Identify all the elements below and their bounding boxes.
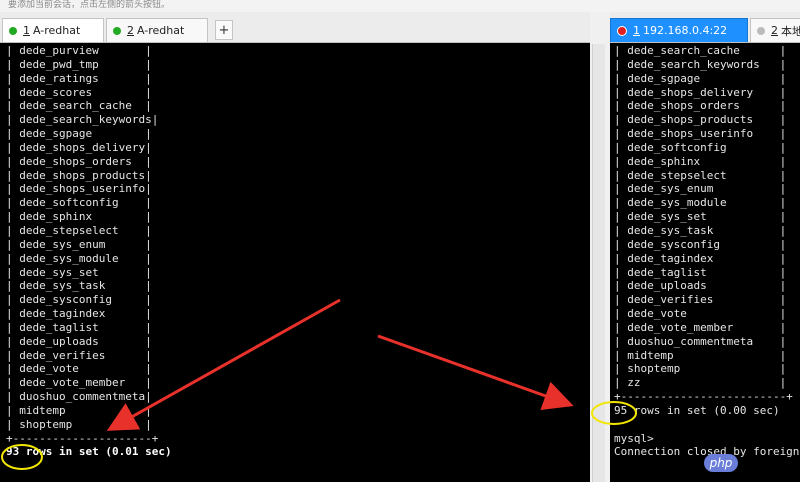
rows-result-line: 95 rows in set (0.00 sec) bbox=[614, 403, 780, 417]
php-watermark-logo: php bbox=[704, 454, 738, 472]
table-row: | dede_scores | bbox=[6, 85, 152, 99]
table-row: | dede_sysconfig | bbox=[614, 237, 787, 251]
table-row: | dede_vote_member | bbox=[614, 320, 787, 334]
table-row: | dede_uploads | bbox=[6, 334, 152, 348]
right-terminal-pane[interactable]: 1 192.168.0.4:22 2 本地 | dede_search_cach… bbox=[610, 12, 800, 482]
table-border-line: +-------------------------+ bbox=[614, 390, 793, 404]
table-row: | dede_sys_task | bbox=[6, 279, 152, 293]
table-row: | dede_search_cache | bbox=[614, 44, 787, 57]
table-row: | dede_shops_delivery | bbox=[614, 85, 787, 99]
table-row: | dede_sys_enum | bbox=[614, 182, 787, 196]
table-row: | dede_shops_userinfo | bbox=[614, 127, 787, 141]
table-row: | shoptemp | bbox=[614, 362, 787, 376]
tab-1-192-168-0-4[interactable]: 1 192.168.0.4:22 bbox=[610, 18, 748, 42]
tab-2-local[interactable]: 2 本地 bbox=[750, 18, 800, 42]
table-row: | dede_softconfig | bbox=[614, 140, 787, 154]
table-row: | dede_verifies | bbox=[614, 293, 787, 307]
table-row: | dede_vote_member | bbox=[6, 376, 152, 390]
table-row: | dede_vote | bbox=[614, 307, 787, 321]
tab-number: 2 bbox=[127, 24, 134, 37]
status-dot-icon bbox=[9, 26, 17, 35]
table-row: | midtemp | bbox=[6, 403, 152, 417]
right-terminal-output[interactable]: | dede_search_cache | | dede_search_keywo… bbox=[614, 44, 799, 459]
tab-label: A-redhat bbox=[137, 24, 185, 37]
table-row: | dede_softconfig | bbox=[6, 196, 152, 210]
table-row: | dede_stepselect | bbox=[6, 223, 152, 237]
tab-number: 1 bbox=[633, 24, 640, 37]
status-dot-icon bbox=[617, 25, 627, 36]
tab-label: 192.168.0.4:22 bbox=[643, 24, 728, 37]
table-row: | shoptemp | bbox=[6, 417, 152, 431]
table-row: | dede_sys_enum | bbox=[6, 237, 152, 251]
table-row: | dede_sys_set | bbox=[614, 210, 787, 224]
table-row: | dede_search_cache | bbox=[6, 99, 152, 113]
table-row: | dede_sphinx | bbox=[6, 210, 152, 224]
table-row: | duoshuo_commentmeta | bbox=[614, 334, 787, 348]
terminal-cursor-line bbox=[6, 473, 586, 482]
table-row: | zz | bbox=[614, 376, 787, 390]
tab-number: 2 bbox=[771, 24, 778, 37]
table-row: | dede_tagindex | bbox=[614, 251, 787, 265]
table-row: | dede_search_keywords| bbox=[6, 113, 159, 127]
top-hint-text: 要添加当前会话，点击左侧的箭头按钮。 bbox=[8, 0, 171, 10]
table-row: | dede_sgpage | bbox=[6, 127, 152, 141]
left-tab-bar: 1 A-redhat 2 A-redhat + bbox=[0, 12, 590, 43]
status-dot-icon bbox=[113, 26, 121, 35]
table-row: | dede_verifies | bbox=[6, 348, 152, 362]
left-terminal-pane[interactable]: 1 A-redhat 2 A-redhat + | dede_purview |… bbox=[0, 12, 590, 482]
table-row: | dede_shops_orders | bbox=[6, 154, 152, 168]
table-row: | dede_taglist | bbox=[6, 320, 152, 334]
table-row: | dede_sys_set | bbox=[6, 265, 152, 279]
table-row: | dede_shops_delivery| bbox=[6, 140, 152, 154]
table-row: | dede_shops_orders | bbox=[614, 99, 787, 113]
tab-2-a-redhat[interactable]: 2 A-redhat bbox=[106, 18, 208, 42]
table-border-line: +---------------------+ bbox=[6, 431, 159, 445]
table-row: | dede_purview | bbox=[6, 44, 152, 57]
tab-1-a-redhat[interactable]: 1 A-redhat bbox=[2, 18, 104, 42]
mysql-prompt: mysql> bbox=[614, 431, 654, 445]
table-row: | dede_sys_task | bbox=[614, 223, 787, 237]
table-row: | dede_sysconfig | bbox=[6, 293, 152, 307]
table-row: | dede_pwd_tmp | bbox=[6, 57, 152, 71]
rows-result-line: 93 rows in set (0.01 sec) bbox=[6, 445, 172, 459]
tab-label: 本地 bbox=[781, 24, 800, 38]
left-scrollbar[interactable] bbox=[592, 44, 605, 482]
table-row: | dede_tagindex | bbox=[6, 307, 152, 321]
table-row: | dede_ratings | bbox=[6, 71, 152, 85]
table-row: | dede_sgpage | bbox=[614, 71, 787, 85]
table-row: | dede_vote | bbox=[6, 362, 152, 376]
table-row: | dede_uploads | bbox=[614, 279, 787, 293]
add-tab-button[interactable]: + bbox=[215, 20, 233, 40]
status-dot-icon bbox=[757, 26, 765, 35]
table-row: | dede_taglist | bbox=[614, 265, 787, 279]
right-tab-bar: 1 192.168.0.4:22 2 本地 bbox=[610, 12, 800, 43]
table-row: | duoshuo_commentmeta| bbox=[6, 390, 152, 404]
table-row: | dede_stepselect | bbox=[614, 168, 787, 182]
table-row: | dede_shops_products| bbox=[6, 168, 152, 182]
table-row: | dede_search_keywords | bbox=[614, 57, 787, 71]
left-terminal-output[interactable]: | dede_purview | | dede_pwd_tmp | | dede_r… bbox=[6, 44, 586, 482]
table-row: | dede_sys_module | bbox=[6, 251, 152, 265]
tab-label: A-redhat bbox=[33, 24, 81, 37]
table-row: | dede_shops_products | bbox=[614, 113, 787, 127]
table-row: | midtemp | bbox=[614, 348, 787, 362]
table-row: | dede_shops_userinfo| bbox=[6, 182, 152, 196]
table-row: | dede_sphinx | bbox=[614, 154, 787, 168]
tab-number: 1 bbox=[23, 24, 30, 37]
table-row: | dede_sys_module | bbox=[614, 196, 787, 210]
